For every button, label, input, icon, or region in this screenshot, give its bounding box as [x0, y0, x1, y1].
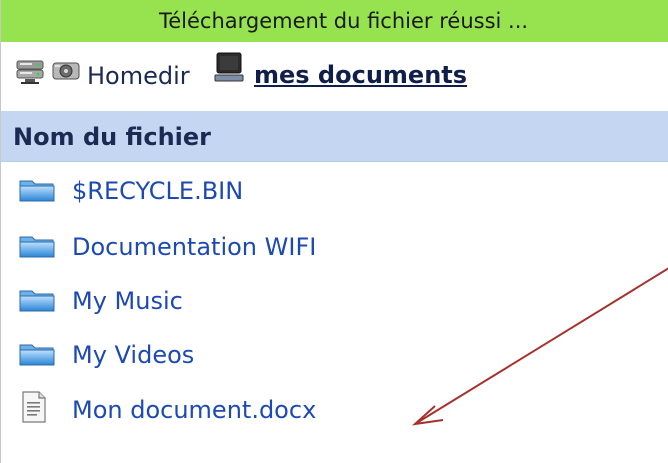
annotation-arrow [411, 267, 668, 426]
file-browser: Téléchargement du fichier réussi ... Hom… [0, 0, 668, 463]
